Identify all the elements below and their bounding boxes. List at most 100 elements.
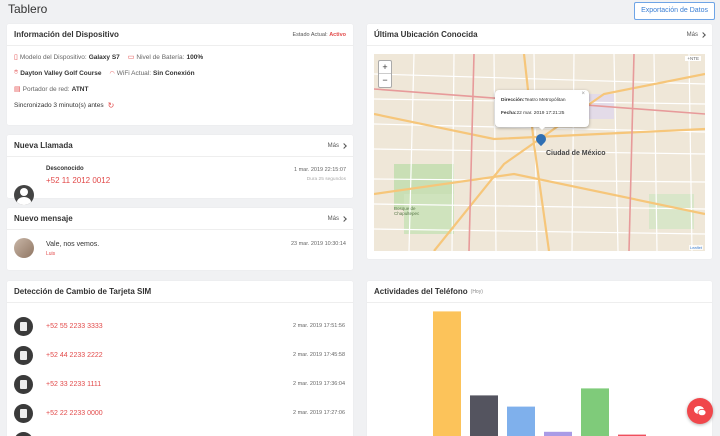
sim-date: 2 mar. 2019 17:45:58 (293, 352, 345, 358)
model-value: Galaxy S7 (88, 53, 120, 61)
activity-title: Actividades del Teléfono (374, 287, 468, 296)
chat-bubble-icon (694, 406, 707, 417)
wifi-label: WiFi Actual: (116, 69, 152, 77)
caller-number[interactable]: +52 11 2012 0012 (46, 176, 110, 185)
activity-bar (544, 431, 572, 436)
map-pin-icon: ⌾ (14, 69, 19, 76)
call-header: Nueva Llamada Más (7, 135, 353, 157)
message-sender[interactable]: Luis (46, 251, 55, 257)
sim-row[interactable]: +52 55 2233 3333 2 mar. 2019 17:51:56 (14, 314, 345, 338)
location-card: Última Ubicación Conocida Más + − +NTE ×… (367, 24, 712, 259)
sim-row[interactable]: +52 33 2233 1111 2 mar. 2019 17:36:04 (14, 372, 345, 396)
sim-number: +52 22 2233 0000 (46, 409, 103, 417)
export-data-button[interactable]: Exportación de Datos (634, 2, 715, 20)
activity-subtitle: (Hoy) (470, 288, 483, 295)
status-badge: Activo (329, 31, 346, 38)
wifi-value: Sin Conexión (153, 69, 195, 77)
sim-date: 2 mar. 2019 17:27:06 (293, 410, 345, 416)
device-info-title: Información del Dispositivo (14, 30, 119, 39)
sync-text: Sincronizado 3 minuto(s) antes (14, 102, 104, 109)
activity-chart (433, 311, 646, 436)
popup-date: Fecha:22 mar. 2019 17:21:25 (501, 111, 583, 116)
sim-header: Detección de Cambio de Tarjeta SIM (7, 281, 353, 303)
message-header: Nuevo mensaje Más (7, 208, 353, 230)
sim-card-icon (14, 374, 33, 394)
map-canvas (374, 54, 705, 251)
popup-date-label: Fecha: (501, 111, 517, 116)
message-more-link[interactable]: Más (327, 215, 347, 222)
popup-close-icon[interactable]: × (581, 91, 585, 97)
chevron-right-icon (341, 215, 347, 222)
activity-bar (470, 395, 498, 436)
activity-bar (507, 406, 535, 436)
zoom-out-button[interactable]: − (379, 74, 391, 87)
sim-date: 2 mar. 2019 17:36:04 (293, 381, 345, 387)
page-title: Tablero (8, 2, 48, 16)
new-message-card: Nuevo mensaje Más Vale, nos vemos. Luis … (7, 208, 353, 270)
more-label: Más (327, 142, 339, 149)
device-carrier-row: ▤ Portador de red: ATNT (14, 85, 89, 94)
sim-card-icon (14, 345, 33, 365)
status-label: Estado Actual: (292, 31, 328, 38)
device-model-row: ▯ Modelo del Dispositivo: Galaxy S7 ▭ Ni… (14, 53, 203, 62)
sim-row[interactable]: +52 44 2233 2222 2 mar. 2019 17:45:58 (14, 343, 345, 367)
popup-tip (538, 126, 546, 130)
sim-row[interactable]: +52 22 2233 0000 2 mar. 2019 17:27:06 (14, 401, 345, 425)
location-value: Dayton Valley Golf Course (20, 69, 102, 77)
battery-label: Nivel de Batería: (136, 53, 185, 61)
location-map[interactable]: + − +NTE × Dirección:Teatro Metropólitan… (374, 54, 705, 251)
zoom-control: + − (378, 60, 392, 88)
popup-date-value: 22 mar. 2019 17:21:25 (516, 111, 565, 116)
wifi-icon: ◠ (109, 70, 115, 77)
activity-bar (581, 388, 609, 436)
sim-number: +52 33 2233 1111 (46, 380, 102, 388)
activity-header: Actividades del Teléfono (Hoy) (367, 281, 712, 303)
phone-activity-card: Actividades del Teléfono (Hoy) (367, 281, 712, 436)
map-attribution[interactable]: Leaflet (688, 245, 703, 250)
sim-card-icon (14, 403, 33, 423)
chevron-right-icon (700, 31, 706, 38)
sim-change-card: Detección de Cambio de Tarjeta SIM +52 5… (7, 281, 353, 436)
sim-date: 2 mar. 2019 17:51:56 (293, 323, 345, 329)
more-label: Más (686, 31, 698, 38)
location-more-link[interactable]: Más (686, 31, 706, 38)
location-title: Última Ubicación Conocida (374, 30, 478, 39)
device-status: Estado Actual: Activo (292, 32, 346, 38)
message-date: 23 mar. 2019 10:30:14 (290, 241, 346, 247)
more-label: Más (327, 215, 339, 222)
carrier-value: ATNT (71, 85, 89, 93)
sim-number: +52 44 2233 2222 (46, 351, 103, 359)
device-info-header: Información del Dispositivo Estado Actua… (7, 24, 353, 46)
sim-card-icon (14, 316, 33, 336)
call-more-link[interactable]: Más (327, 142, 347, 149)
popup-address-label: Dirección: (501, 98, 525, 103)
sim-row[interactable] (14, 429, 345, 436)
sim-title: Detección de Cambio de Tarjeta SIM (14, 287, 152, 296)
battery-icon: ▭ (127, 54, 135, 61)
caller-name: Desconocido (46, 166, 84, 172)
call-title: Nueva Llamada (14, 141, 73, 150)
map-popup: × Dirección:Teatro Metropólitan Fecha:22… (495, 90, 589, 127)
message-title: Nuevo mensaje (14, 214, 73, 223)
call-date: 1 mar. 2019 22:15:07 (294, 167, 346, 173)
chat-fab-button[interactable] (687, 398, 713, 424)
phone-icon: ▯ (14, 54, 18, 61)
zoom-in-button[interactable]: + (379, 61, 391, 74)
sender-avatar (14, 238, 34, 258)
city-label: Ciudad de México (546, 150, 606, 157)
call-duration: Dura 25 segundos (306, 177, 346, 182)
sync-row: Sincronizado 3 minuto(s) antes ↻ (14, 101, 114, 110)
device-location-row: ⌾ Dayton Valley Golf Course ◠ WiFi Actua… (14, 69, 195, 77)
caller-avatar (14, 185, 34, 205)
message-text: Vale, nos vemos. (46, 241, 100, 248)
refresh-icon[interactable]: ↻ (108, 101, 115, 110)
popup-address: Dirección:Teatro Metropólitan (501, 98, 583, 103)
device-info-card: Información del Dispositivo Estado Actua… (7, 24, 353, 125)
sim-card-icon (14, 431, 33, 436)
model-label: Modelo del Dispositivo: (19, 53, 87, 61)
popup-address-value: Teatro Metropólitan (524, 98, 566, 103)
signal-icon: ▤ (14, 86, 21, 93)
chevron-right-icon (341, 142, 347, 149)
carrier-label: Portador de red: (22, 85, 70, 93)
location-header: Última Ubicación Conocida Más (367, 24, 712, 46)
